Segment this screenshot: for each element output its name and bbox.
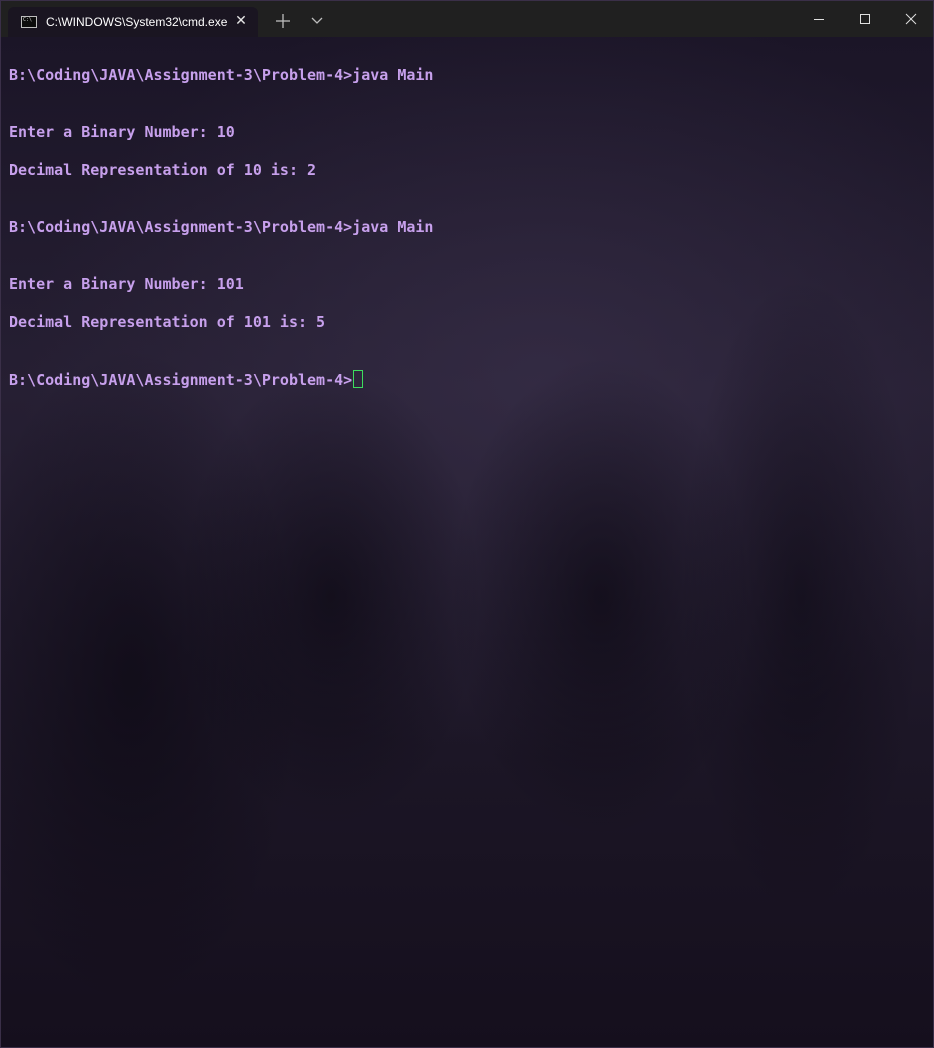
chevron-down-icon — [311, 17, 323, 24]
terminal-line: Decimal Representation of 10 is: 2 — [9, 161, 317, 179]
tab-title: C:\WINDOWS\System32\cmd.exe — [46, 15, 228, 29]
terminal-window: C:\ C:\WINDOWS\System32\cmd.exe ✕ B:\Cod… — [0, 0, 934, 1048]
minimize-icon — [814, 19, 824, 20]
tab-close-icon[interactable]: ✕ — [230, 7, 252, 37]
terminal-line: Enter a Binary Number: 10 — [9, 123, 235, 141]
cmd-icon-label: C:\ — [23, 17, 33, 23]
text-cursor — [353, 370, 364, 388]
minimize-button[interactable] — [796, 1, 842, 37]
maximize-icon — [860, 14, 870, 24]
new-tab-button[interactable] — [269, 7, 297, 35]
terminal-output[interactable]: B:\Coding\JAVA\Assignment-3\Problem-4>ja… — [1, 37, 933, 1047]
terminal-line: B:\Coding\JAVA\Assignment-3\Problem-4>ja… — [9, 218, 434, 236]
plus-icon — [276, 14, 290, 28]
title-bar: C:\ C:\WINDOWS\System32\cmd.exe ✕ — [1, 1, 933, 37]
terminal-line: B:\Coding\JAVA\Assignment-3\Problem-4>ja… — [9, 66, 434, 84]
terminal-line: Enter a Binary Number: 101 — [9, 275, 244, 293]
maximize-button[interactable] — [842, 1, 888, 37]
close-button[interactable] — [888, 1, 933, 37]
tab-cmd[interactable]: C:\ C:\WINDOWS\System32\cmd.exe ✕ — [8, 7, 258, 37]
close-icon — [905, 13, 917, 25]
terminal-line: Decimal Representation of 101 is: 5 — [9, 313, 326, 331]
tab-dropdown-button[interactable] — [303, 7, 331, 35]
cmd-icon: C:\ — [21, 16, 37, 28]
terminal-prompt-line[interactable]: B:\Coding\JAVA\Assignment-3\Problem-4> — [9, 370, 364, 389]
terminal-prompt: B:\Coding\JAVA\Assignment-3\Problem-4> — [9, 371, 353, 389]
